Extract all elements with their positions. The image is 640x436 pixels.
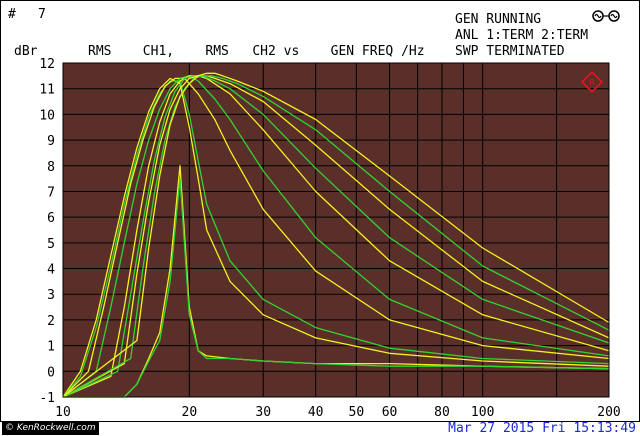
y-tick-label: 6 — [47, 211, 55, 226]
y-tick-label: 8 — [47, 160, 55, 175]
y-tick-label: 9 — [47, 134, 55, 149]
timestamp: Mar 27 2015 Fri 15:13:49 — [448, 421, 636, 436]
y-tick-label: -1 — [39, 391, 55, 406]
y-tick-label: 1 — [47, 340, 55, 355]
plot-area — [63, 63, 609, 397]
y-tick-label: 0 — [47, 365, 55, 380]
rs-logo-icon: R — [580, 70, 604, 94]
y-tick-label: 5 — [47, 237, 55, 252]
watermark: © KenRockwell.com — [2, 421, 99, 435]
x-tick-label: 100 — [471, 405, 494, 420]
svg-text:R: R — [589, 78, 595, 87]
frequency-response-chart: -1012345678910111210 20 30 40 50 60 80 100 200 — [39, 57, 620, 420]
x-tick-label: 20 — [182, 405, 198, 420]
y-tick-label: 11 — [39, 83, 55, 98]
y-tick-label: 2 — [47, 314, 55, 329]
x-tick-label: 30 — [255, 405, 271, 420]
x-tick-label: 50 — [349, 405, 365, 420]
y-tick-label: 4 — [47, 263, 55, 278]
analyzer-screen: # 7 dBr RMS CH1, RMS CH2 vs GEN FREQ /Hz… — [0, 0, 640, 436]
y-tick-label: 10 — [39, 108, 55, 123]
x-tick-label: 10 — [55, 405, 71, 420]
x-tick-label: 200 — [597, 405, 620, 420]
y-tick-label: 3 — [47, 288, 55, 303]
x-tick-label: 60 — [382, 405, 398, 420]
x-tick-label: 40 — [308, 405, 324, 420]
y-tick-label: 7 — [47, 185, 55, 200]
y-tick-label: 12 — [39, 57, 55, 72]
x-tick-label: 80 — [434, 405, 450, 420]
